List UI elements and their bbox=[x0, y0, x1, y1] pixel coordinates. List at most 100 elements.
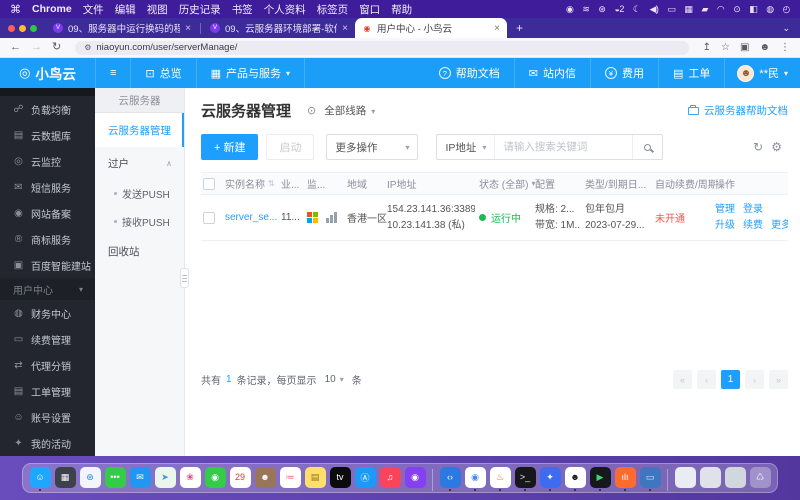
panel-drag-handle[interactable] bbox=[180, 268, 189, 288]
dock-podcasts[interactable]: ◉ bbox=[404, 466, 426, 492]
sidebar-cloud-monitor[interactable]: ◎ 云监控 bbox=[0, 148, 95, 174]
menubar-item[interactable]: 帮助 bbox=[391, 2, 412, 17]
nav-help-doc[interactable]: ? 帮助文档 bbox=[425, 58, 515, 88]
sort-icon[interactable] bbox=[268, 178, 275, 189]
select-all-checkbox[interactable] bbox=[203, 177, 215, 190]
sidebar-website-filing[interactable]: ◉ 网站备案 bbox=[0, 200, 95, 226]
upgrade-link[interactable]: 升级 bbox=[715, 219, 735, 232]
dock-window-thumb[interactable] bbox=[699, 466, 721, 492]
more-actions-select[interactable]: 更多操作 bbox=[326, 134, 419, 160]
search-button[interactable] bbox=[632, 135, 662, 159]
dock-window-thumb[interactable] bbox=[674, 466, 696, 492]
nav-products[interactable]: ▦ 产品与服务 bbox=[197, 58, 306, 88]
page-1-button[interactable]: 1 bbox=[721, 370, 740, 389]
sidebar-sms-service[interactable]: ✉ 短信服务 bbox=[0, 174, 95, 200]
window-minimize-button[interactable] bbox=[19, 24, 26, 32]
sidebar-cloud-database[interactable]: ▤ 云数据库 bbox=[0, 122, 95, 148]
renew-link[interactable]: 续费 bbox=[743, 219, 763, 232]
sidebar-agent-distribution[interactable]: ⇄ 代理分销 bbox=[0, 352, 95, 378]
dock-reminders[interactable]: ≔ bbox=[279, 466, 301, 492]
audio-levels-icon[interactable]: ≋ bbox=[582, 4, 590, 15]
control-center-icon[interactable]: ◧ bbox=[749, 4, 758, 15]
wifi-icon[interactable]: ◠ bbox=[717, 4, 725, 15]
nav-ticket[interactable]: ▤ 工单 bbox=[659, 58, 726, 88]
collapse-menu-button[interactable]: ≡ bbox=[96, 58, 132, 88]
dock-capcut[interactable]: ▶ bbox=[589, 466, 611, 492]
bookmark-star-icon[interactable]: ☆ bbox=[721, 42, 730, 53]
subnav-transfer-group[interactable]: 过户 ∧ bbox=[95, 147, 184, 179]
menubar-item[interactable]: 编辑 bbox=[115, 2, 136, 17]
browser-tab-1[interactable]: V 09、服务器中运行换码的程序-… × bbox=[46, 18, 198, 38]
subnav-recycle-bin[interactable]: 回收站 bbox=[95, 235, 184, 267]
screen-record-icon[interactable]: ◉ bbox=[566, 4, 574, 15]
first-page-button[interactable]: « bbox=[673, 370, 692, 389]
sidebar-section-user-center[interactable]: 用户中心 bbox=[0, 278, 95, 300]
manage-link[interactable]: 管理 bbox=[715, 203, 735, 216]
create-button[interactable]: + 新建 bbox=[201, 134, 259, 160]
tab-search-chevron-icon[interactable]: ⌄ bbox=[782, 23, 790, 34]
menubar-app-name[interactable]: Chrome bbox=[32, 3, 72, 15]
brand-logo[interactable]: ◎ 小鸟云 bbox=[0, 58, 96, 88]
display-icon[interactable]: ▭ bbox=[667, 4, 676, 15]
spotlight-search-icon[interactable]: ⊙ bbox=[733, 4, 741, 15]
reload-button[interactable]: ↻ bbox=[52, 42, 61, 53]
dock-window-thumb[interactable] bbox=[724, 466, 746, 492]
menubar-item[interactable]: 历史记录 bbox=[179, 2, 221, 17]
row-checkbox[interactable] bbox=[203, 211, 215, 224]
share-icon[interactable]: ↥ bbox=[703, 42, 711, 53]
dock-terminal[interactable]: >_ bbox=[514, 466, 536, 492]
clock-icon[interactable]: ◴ bbox=[783, 4, 791, 15]
notifications-badge-icon[interactable]: ◒2 bbox=[614, 4, 624, 14]
dock-todesk[interactable]: ✦ bbox=[539, 466, 561, 492]
browser-menu-icon[interactable]: ⋮ bbox=[780, 42, 790, 53]
dock-notes[interactable]: ▤ bbox=[304, 466, 326, 492]
tab3-close-icon[interactable]: × bbox=[494, 23, 500, 34]
window-zoom-button[interactable] bbox=[30, 24, 37, 32]
menubar-item[interactable]: 窗口 bbox=[359, 2, 380, 17]
dock-mail[interactable]: ✉ bbox=[129, 466, 151, 492]
browser-tab-2[interactable]: V 09、云服务器环境部署-软件成… × bbox=[203, 18, 355, 38]
apple-menu-icon[interactable]: ⌘ bbox=[10, 3, 21, 16]
menubar-item[interactable]: 个人资料 bbox=[264, 2, 306, 17]
compass-icon[interactable]: ⊛ bbox=[598, 4, 606, 15]
dock-remote-desktop-app[interactable]: ♨ bbox=[489, 466, 511, 492]
dock-vscode[interactable]: ‹› bbox=[439, 466, 461, 492]
sidebar-my-activities[interactable]: ✦ 我的活动 bbox=[0, 430, 95, 456]
site-settings-icon[interactable]: ⚙ bbox=[84, 43, 91, 52]
address-bar[interactable]: ⚙ niaoyun.com/user/serverManage/ bbox=[75, 40, 689, 55]
nav-overview[interactable]: ⊡ 总览 bbox=[131, 58, 197, 88]
tab1-close-icon[interactable]: × bbox=[185, 23, 191, 34]
menubar-item[interactable]: 书签 bbox=[232, 2, 253, 17]
sidebar-renewal-management[interactable]: ▭ 续费管理 bbox=[0, 326, 95, 352]
menubar-item[interactable]: 视图 bbox=[147, 2, 168, 17]
search-type-select[interactable]: IP地址 bbox=[437, 135, 494, 159]
dock-apple-tv[interactable]: tv bbox=[329, 466, 351, 492]
browser-tab-active[interactable]: ◉ 用户中心 - 小鸟云 × bbox=[355, 18, 507, 38]
dock-facetime[interactable]: ◉ bbox=[204, 466, 226, 492]
server-help-doc-link[interactable]: 云服务器帮助文档 bbox=[688, 103, 788, 118]
dnd-moon-icon[interactable]: ☾ bbox=[633, 4, 641, 15]
subnav-send-push[interactable]: 发送PUSH bbox=[95, 179, 184, 207]
menubar-item[interactable]: 标签页 bbox=[317, 2, 349, 17]
prev-page-button[interactable]: ‹ bbox=[697, 370, 716, 389]
dock-trash[interactable]: ♺ bbox=[749, 466, 771, 492]
dock-finder[interactable]: ☺ bbox=[29, 466, 51, 492]
dock-stats-app[interactable]: ılı bbox=[614, 466, 636, 492]
refresh-icon[interactable]: ↻ bbox=[753, 140, 763, 154]
subnav-server-manage[interactable]: 云服务器管理 bbox=[95, 113, 184, 147]
sidebar-finance-center[interactable]: ◍ 财务中心 bbox=[0, 300, 95, 326]
start-button[interactable]: 启动 bbox=[266, 134, 315, 160]
sidebar-account-settings[interactable]: ☺ 账号设置 bbox=[0, 404, 95, 430]
new-tab-button[interactable]: + bbox=[516, 21, 523, 35]
split-view-icon[interactable]: ▣ bbox=[740, 42, 749, 53]
browser-profile-icon[interactable]: ☻ bbox=[759, 42, 770, 53]
dock-music[interactable]: ♫ bbox=[379, 466, 401, 492]
search-input[interactable] bbox=[494, 135, 633, 159]
back-button[interactable]: ← bbox=[10, 42, 21, 53]
dock-calendar[interactable]: 29 bbox=[229, 466, 251, 492]
instance-name-link[interactable]: server_se... bbox=[225, 212, 277, 223]
login-link[interactable]: 登录 bbox=[743, 203, 763, 216]
nav-inbox[interactable]: ✉ 站内信 bbox=[515, 58, 592, 88]
user-orb-icon[interactable]: ◍ bbox=[766, 4, 774, 15]
battery-icon[interactable]: ▰ bbox=[701, 4, 708, 15]
